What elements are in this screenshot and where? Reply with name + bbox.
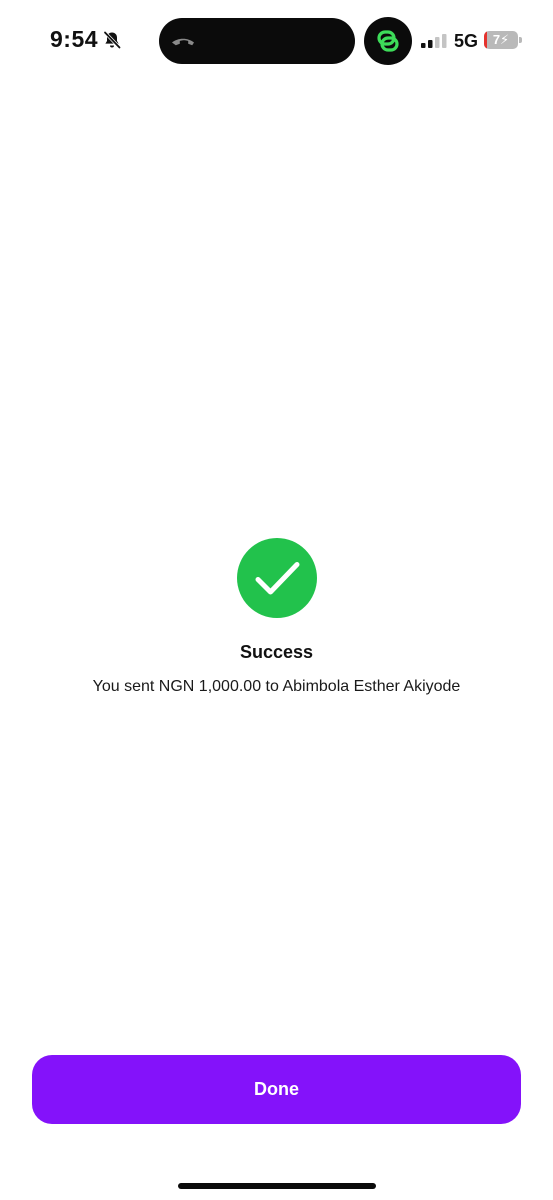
success-title: Success (239, 642, 314, 662)
home-indicator[interactable] (178, 1183, 376, 1189)
transfer-success-screen: 9:54 5G 7⚡ Success You sent NGN 1,000.00… (0, 0, 553, 1200)
done-button[interactable]: Done (32, 1055, 521, 1124)
battery-percentage: 7⚡ (492, 32, 510, 47)
checkmark-icon (237, 538, 317, 618)
status-bar: 9:54 5G 7⚡ (0, 0, 553, 82)
battery-icon: 7⚡ (484, 31, 518, 49)
bell-slash-icon (103, 31, 121, 49)
status-time: 9:54 (50, 26, 99, 52)
battery-cap (519, 37, 522, 43)
cellular-signal-icon (421, 34, 447, 48)
transfer-summary: You sent NGN 1,000.00 to Abimbola Esther… (92, 678, 461, 695)
phone-hangup-icon[interactable] (170, 33, 196, 49)
linked-rings-icon[interactable] (364, 17, 412, 65)
network-type: 5G (454, 31, 479, 51)
